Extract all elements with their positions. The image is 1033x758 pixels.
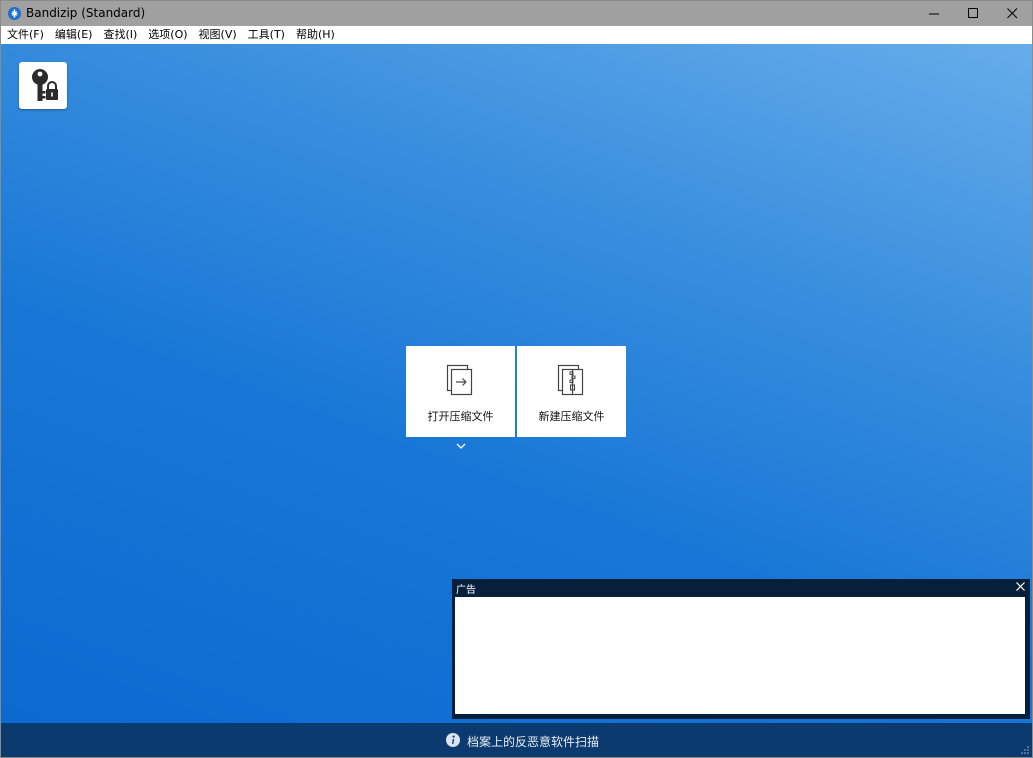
- new-archive-icon: [557, 364, 584, 396]
- antimalware-scan-link[interactable]: 档案上的反恶意软件扫描: [467, 733, 599, 750]
- menu-find[interactable]: 查找(I): [97, 26, 142, 44]
- ad-title: 广告: [456, 585, 476, 596]
- close-button[interactable]: [994, 1, 1032, 26]
- maximize-icon: [968, 8, 978, 18]
- bandizip-app-icon: [8, 7, 21, 20]
- minimize-button[interactable]: [916, 1, 954, 26]
- menu-bar: 文件(F) 编辑(E) 查找(I) 选项(O) 视图(V) 工具(T) 帮助(H…: [1, 26, 1032, 45]
- minimize-icon: [929, 13, 939, 15]
- new-archive-tile[interactable]: 新建压缩文件: [517, 346, 626, 437]
- menu-help[interactable]: 帮助(H): [290, 26, 340, 44]
- key-lock-icon: [32, 69, 58, 101]
- open-archive-label: 打开压缩文件: [427, 410, 494, 423]
- chevron-down-icon[interactable]: [455, 442, 467, 450]
- close-icon: [1007, 8, 1018, 19]
- maximize-button[interactable]: [955, 1, 993, 26]
- password-manager-button[interactable]: [19, 62, 67, 109]
- menu-file[interactable]: 文件(F): [1, 26, 49, 44]
- resize-grip-icon[interactable]: [1020, 745, 1030, 755]
- new-archive-label: 新建压缩文件: [538, 410, 605, 423]
- main-area: 打开压缩文件 新建压缩文件 广告: [1, 44, 1032, 723]
- bandizip-window: Bandizip (Standard) 文件(F) 编辑(E) 查找(I) 选项…: [0, 0, 1033, 758]
- menu-options[interactable]: 选项(O): [142, 26, 192, 44]
- title-bar[interactable]: Bandizip (Standard): [1, 1, 1032, 26]
- open-archive-icon: [446, 364, 473, 396]
- ad-content[interactable]: [455, 597, 1025, 714]
- info-icon: [446, 733, 460, 747]
- menu-tools[interactable]: 工具(T): [242, 26, 290, 44]
- menu-view[interactable]: 视图(V): [193, 26, 242, 44]
- ad-panel: 广告: [452, 579, 1030, 719]
- ad-close-icon[interactable]: [1015, 581, 1026, 592]
- window-title: Bandizip (Standard): [26, 6, 146, 20]
- open-archive-tile[interactable]: 打开压缩文件: [406, 346, 515, 437]
- menu-edit[interactable]: 编辑(E): [49, 26, 98, 44]
- status-bar: 档案上的反恶意软件扫描: [1, 723, 1032, 757]
